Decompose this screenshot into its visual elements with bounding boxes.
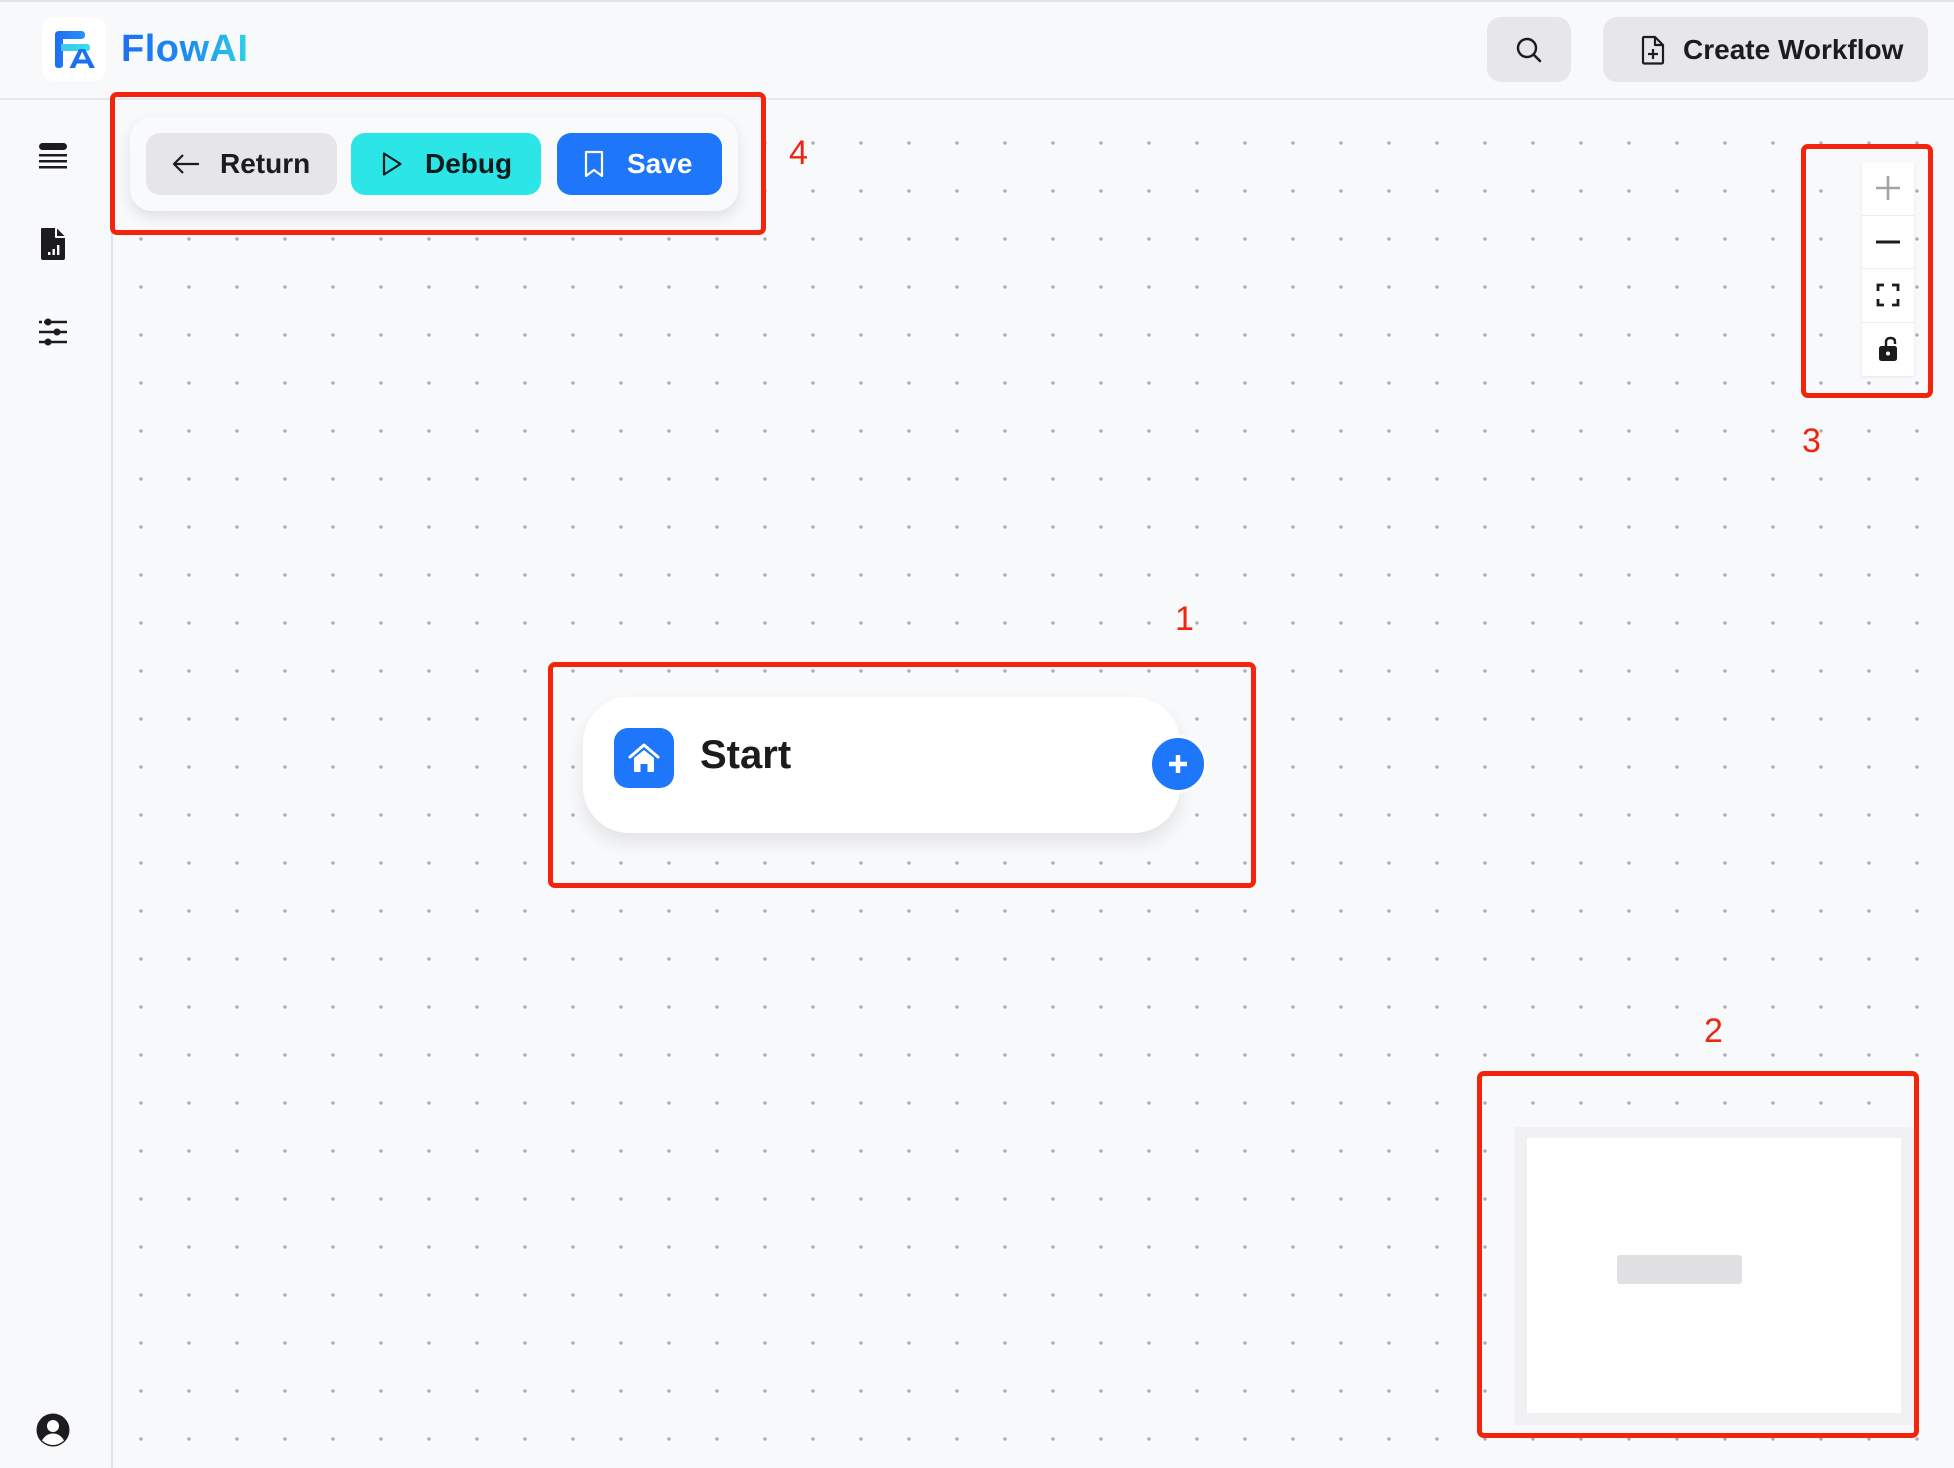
logo[interactable]: [42, 17, 106, 81]
create-workflow-button[interactable]: Create Workflow: [1603, 17, 1928, 82]
sliders-icon: [39, 318, 67, 346]
bookmark-icon: [584, 150, 604, 178]
sidebar-item-settings[interactable]: [36, 315, 70, 349]
app-name: FlowAI: [121, 28, 249, 70]
start-node-title: Start: [700, 733, 792, 777]
sidebar-item-reports[interactable]: [36, 227, 70, 261]
list-icon: [39, 143, 67, 169]
unlock-icon: [1879, 337, 1897, 362]
zoom-in-button[interactable]: [1862, 162, 1914, 216]
sidebar: [0, 100, 113, 1468]
file-chart-icon: [41, 228, 65, 260]
start-node[interactable]: Start: [583, 697, 1180, 833]
zoom-controls: [1862, 162, 1914, 376]
create-workflow-label: Create Workflow: [1683, 33, 1904, 65]
add-node-button[interactable]: [1149, 735, 1207, 793]
workflow-editor: FlowAI Create Workflow Return Debug Save…: [0, 0, 1954, 1468]
minimap-viewport[interactable]: [1527, 1138, 1901, 1413]
return-label: Return: [220, 148, 311, 179]
minimap-node: [1617, 1255, 1742, 1284]
annotation-label-1: 1: [1175, 600, 1194, 638]
home-icon: [628, 743, 660, 772]
minus-icon: [1876, 240, 1900, 244]
debug-button[interactable]: Debug: [351, 133, 541, 195]
sidebar-item-workflows[interactable]: [36, 139, 70, 173]
annotation-label-3: 3: [1802, 422, 1821, 460]
minimap[interactable]: [1515, 1127, 1914, 1425]
annotation-label-2: 2: [1704, 1012, 1723, 1050]
user-avatar[interactable]: [36, 1413, 70, 1447]
user-circle-icon: [36, 1413, 70, 1447]
fit-view-button[interactable]: [1862, 269, 1914, 323]
lock-toggle-button[interactable]: [1862, 322, 1914, 376]
save-label: Save: [627, 148, 693, 179]
debug-label: Debug: [425, 148, 513, 179]
plus-circle-icon: [1169, 755, 1187, 773]
header: FlowAI Create Workflow: [0, 2, 1954, 100]
flowai-logo-icon: [55, 31, 95, 68]
plus-icon: [1876, 176, 1900, 201]
arrow-left-icon: [172, 154, 199, 174]
file-plus-icon: [1641, 35, 1665, 65]
start-node-icon: [614, 728, 674, 788]
save-button[interactable]: Save: [557, 133, 722, 195]
fit-view-icon: [1876, 283, 1900, 307]
search-button[interactable]: [1487, 17, 1571, 82]
annotation-label-4: 4: [789, 134, 808, 172]
toolbar: Return Debug Save: [130, 117, 738, 211]
play-icon: [382, 152, 402, 176]
zoom-out-button[interactable]: [1862, 215, 1914, 269]
return-button[interactable]: Return: [146, 133, 337, 195]
search-icon: [1516, 37, 1542, 62]
